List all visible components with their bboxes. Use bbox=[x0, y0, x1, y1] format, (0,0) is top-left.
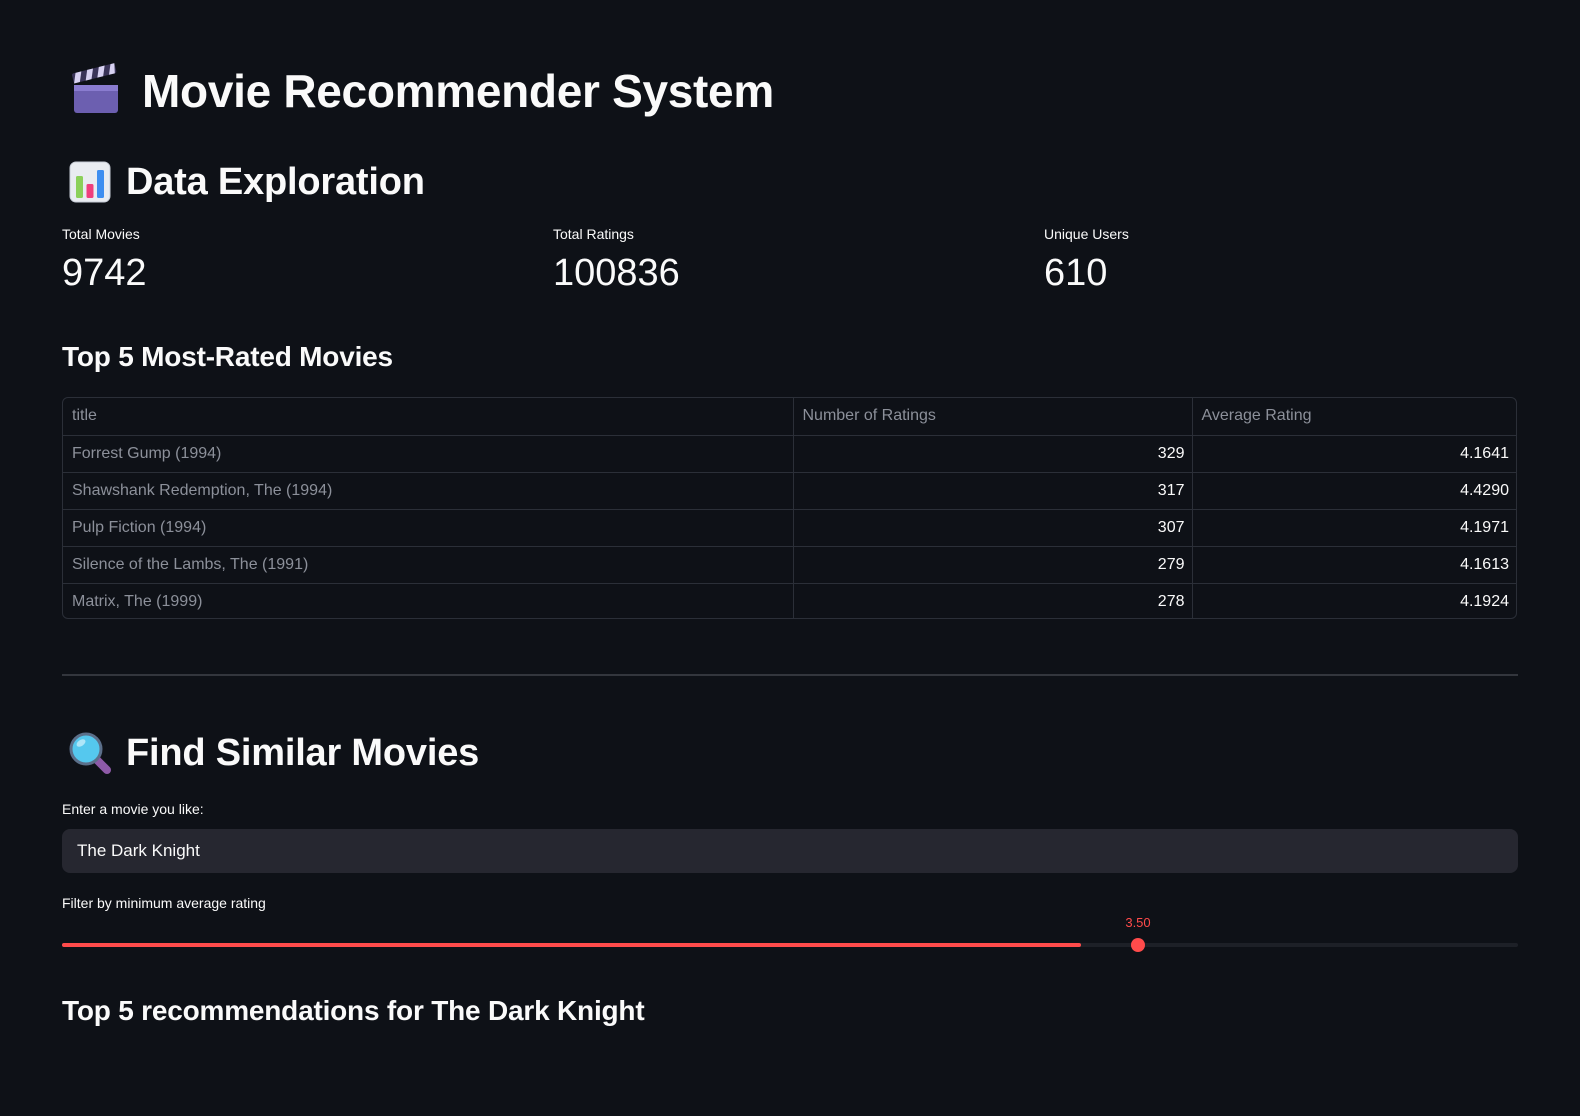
top-rated-heading: Top 5 Most-Rated Movies bbox=[62, 341, 393, 372]
metric-unique-users: Unique Users 610 bbox=[1044, 226, 1129, 295]
magnifying-glass-icon bbox=[68, 731, 112, 775]
bar-chart-icon bbox=[68, 160, 112, 204]
slider-value-label: 3.50 bbox=[1125, 915, 1151, 930]
find-similar-heading-text: Find Similar Movies bbox=[126, 731, 480, 774]
table-row: Forrest Gump (1994) 329 4.1641 bbox=[63, 435, 1516, 473]
table-cell-title[interactable]: Pulp Fiction (1994) bbox=[63, 509, 794, 547]
table-cell-title[interactable]: Forrest Gump (1994) bbox=[63, 435, 794, 473]
section-divider bbox=[62, 674, 1518, 676]
movie-input-label: Enter a movie you like: bbox=[62, 801, 204, 817]
table-cell-number-of-ratings[interactable]: 329 bbox=[793, 435, 1193, 473]
clapper-board-icon bbox=[68, 63, 124, 119]
page-title: Movie Recommender System bbox=[68, 58, 774, 124]
table-cell-title[interactable]: Silence of the Lambs, The (1991) bbox=[63, 546, 794, 584]
column-header-title[interactable]: title bbox=[63, 398, 794, 436]
table-cell-number-of-ratings[interactable]: 278 bbox=[793, 583, 1193, 618]
metric-label: Total Ratings bbox=[553, 226, 634, 242]
page-title-text: Movie Recommender System bbox=[142, 65, 774, 117]
table-cell-number-of-ratings[interactable]: 317 bbox=[793, 472, 1193, 510]
data-exploration-heading-text: Data Exploration bbox=[126, 160, 425, 203]
recommendations-heading: Top 5 recommendations for The Dark Knigh… bbox=[62, 995, 645, 1026]
table-cell-average-rating[interactable]: 4.1924 bbox=[1192, 583, 1516, 618]
rating-slider-label: Filter by minimum average rating bbox=[62, 895, 266, 911]
metric-label: Unique Users bbox=[1044, 226, 1129, 242]
metric-label: Total Movies bbox=[62, 226, 140, 242]
top-movies-table[interactable]: title Number of Ratings Average Rating F… bbox=[62, 397, 1517, 619]
table-cell-number-of-ratings[interactable]: 279 bbox=[793, 546, 1193, 584]
metric-total-ratings: Total Ratings 100836 bbox=[553, 226, 680, 295]
find-similar-heading: Find Similar Movies bbox=[68, 727, 479, 779]
table-cell-average-rating[interactable]: 4.1971 bbox=[1192, 509, 1516, 547]
table-cell-average-rating[interactable]: 4.1613 bbox=[1192, 546, 1516, 584]
rating-slider-thumb[interactable] bbox=[1131, 938, 1145, 952]
table-row: Matrix, The (1999) 278 4.1924 bbox=[63, 583, 1516, 618]
rating-slider-track[interactable] bbox=[62, 943, 1518, 947]
table-cell-average-rating[interactable]: 4.4290 bbox=[1192, 472, 1516, 510]
table-row: Shawshank Redemption, The (1994) 317 4.4… bbox=[63, 472, 1516, 510]
table-cell-average-rating[interactable]: 4.1641 bbox=[1192, 435, 1516, 473]
metric-value: 100836 bbox=[553, 252, 680, 294]
column-header-average-rating[interactable]: Average Rating bbox=[1192, 398, 1516, 436]
table-cell-title[interactable]: Shawshank Redemption, The (1994) bbox=[63, 472, 794, 510]
movie-input[interactable] bbox=[62, 829, 1518, 873]
rating-slider-fill bbox=[62, 943, 1082, 947]
table-header-row: title Number of Ratings Average Rating bbox=[63, 398, 1516, 436]
table-cell-title[interactable]: Matrix, The (1999) bbox=[63, 583, 794, 618]
table-row: Pulp Fiction (1994) 307 4.1971 bbox=[63, 509, 1516, 547]
metric-value: 610 bbox=[1044, 252, 1108, 294]
metric-value: 9742 bbox=[62, 252, 147, 294]
table-cell-number-of-ratings[interactable]: 307 bbox=[793, 509, 1193, 547]
table-row: Silence of the Lambs, The (1991) 279 4.1… bbox=[63, 546, 1516, 584]
app-page: Movie Recommender System Data Exploratio… bbox=[0, 0, 1580, 1116]
data-exploration-heading: Data Exploration bbox=[68, 156, 425, 208]
column-header-number-of-ratings[interactable]: Number of Ratings bbox=[793, 398, 1193, 436]
metric-total-movies: Total Movies 9742 bbox=[62, 226, 147, 295]
